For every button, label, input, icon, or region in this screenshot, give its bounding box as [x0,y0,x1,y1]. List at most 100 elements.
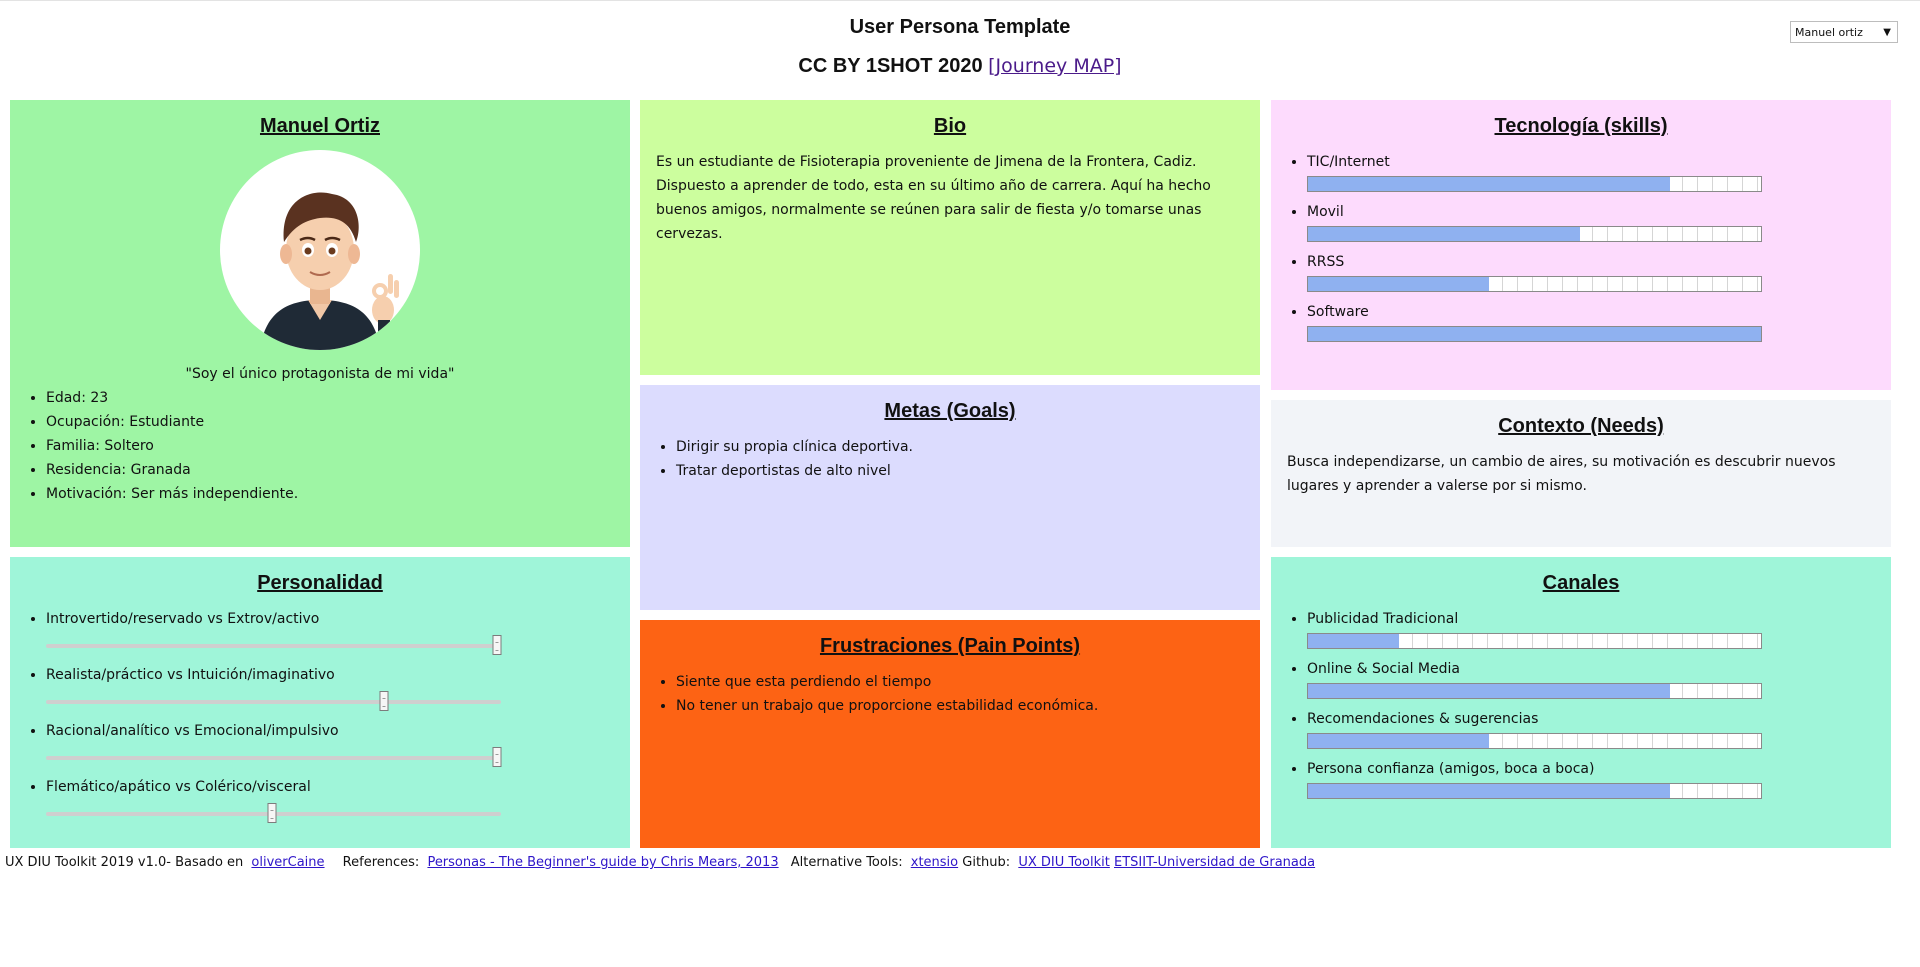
top-border [0,0,1920,1]
channels-title: Canales [1542,572,1620,594]
skill-bar-fill [1308,227,1580,241]
personality-card: Personalidad Introvertido/reservado vs E… [10,557,630,848]
trait-item: Introvertido/reservado vs Extrov/activo [46,607,614,657]
goals-card: Metas (Goals) Dirigir su propia clínica … [640,385,1260,610]
channel-label: Online & Social Media [1307,661,1460,677]
trait-slider[interactable] [46,633,502,657]
skill-bar-fill [1308,277,1490,291]
goal-item: Tratar deportistas de alto nivel [676,459,1244,483]
trait-label: Flemático/apático vs Colérico/visceral [46,779,311,795]
channel-item: Online & Social Media [1307,657,1875,699]
pain-points-card: Frustraciones (Pain Points) Siente que e… [640,620,1260,848]
personality-title: Personalidad [257,572,383,594]
channel-label: Publicidad Tradicional [1307,611,1459,627]
bio-text: Es un estudiante de Fisioterapia proveni… [656,154,1211,242]
footer-alt-tools-text: Alternative Tools: [790,855,903,870]
channel-bar [1307,783,1762,799]
fact-residence: Residencia: Granada [46,458,614,482]
context-text: Busca independizarse, un cambio de aires… [1287,454,1836,494]
channel-item: Publicidad Tradicional [1307,607,1875,649]
bio-title: Bio [933,115,967,137]
etsiit-ugr-link[interactable]: ETSIIT-Universidad de Granada [1114,855,1315,870]
profile-card: Manuel Ortiz "Soy el único protagonista … [10,100,630,547]
pain-point-item: Siente que esta perdiendo el tiempo [676,670,1244,694]
persona-select-value: Manuel ortiz [1795,25,1863,39]
skill-item: RRSS [1307,250,1875,292]
tech-title: Tecnología (skills) [1494,115,1668,137]
skill-bar-fill [1308,327,1761,341]
trait-label: Realista/práctico vs Intuición/imaginati… [46,667,335,683]
channel-label: Persona confianza (amigos, boca a boca) [1307,761,1595,777]
footer-github-text: Github: [962,855,1011,870]
skill-item: TIC/Internet [1307,150,1875,192]
slider-thumb[interactable] [267,803,276,823]
channel-bar-fill [1308,784,1671,798]
channel-bar-fill [1308,634,1399,648]
skill-bar [1307,326,1762,342]
channel-item: Persona confianza (amigos, boca a boca) [1307,757,1875,799]
channels-card: Canales Publicidad Tradicional Online & … [1271,557,1891,848]
channel-bar-fill [1308,684,1671,698]
skill-label: TIC/Internet [1307,154,1390,170]
slider-thumb[interactable] [379,691,389,711]
trait-slider[interactable] [46,689,501,713]
channel-bar [1307,633,1762,649]
goals-list: Dirigir su propia clínica deportiva. Tra… [656,435,1244,483]
channel-bar [1307,683,1762,699]
pain-points-list: Siente que esta perdiendo el tiempo No t… [656,670,1244,718]
skill-item: Movil [1307,200,1875,242]
fact-family: Familia: Soltero [46,434,614,458]
page-title: User Persona Template [849,16,1071,38]
olivercaine-link[interactable]: oliverCaine [251,855,324,870]
goals-title: Metas (Goals) [884,400,1016,422]
persona-name: Manuel Ortiz [259,115,380,137]
footer: UX DIU Toolkit 2019 v1.0- Basado en oliv… [5,855,1315,870]
skill-bar [1307,226,1762,242]
trait-slider[interactable] [46,801,501,825]
skill-bar [1307,176,1762,192]
page-subtitle: CC BY 1SHOT 2020 [Journey MAP] [0,55,1920,78]
fact-age: Edad: 23 [46,386,614,410]
trait-label: Racional/analítico vs Emocional/impulsiv… [46,723,339,739]
ux-diu-toolkit-link[interactable]: UX DIU Toolkit [1018,855,1110,870]
trait-item: Flemático/apático vs Colérico/visceral [46,775,614,825]
persona-select[interactable]: Manuel ortiz ▼ [1790,21,1898,43]
journey-map-link[interactable]: [Journey MAP] [988,55,1121,77]
context-title: Contexto (Needs) [1498,415,1664,437]
channel-label: Recomendaciones & sugerencias [1307,711,1539,727]
skill-bar-fill [1308,177,1671,191]
fact-motivation: Motivación: Ser más independiente. [46,482,614,506]
trait-item: Realista/práctico vs Intuición/imaginati… [46,663,614,713]
bio-card: Bio Es un estudiante de Fisioterapia pro… [640,100,1260,375]
channels-list: Publicidad Tradicional Online & Social M… [1287,607,1875,799]
trait-label: Introvertido/reservado vs Extrov/activo [46,611,320,627]
fact-occupation: Ocupación: Estudiante [46,410,614,434]
goal-item: Dirigir su propia clínica deportiva. [676,435,1244,459]
channel-bar [1307,733,1762,749]
skill-label: Software [1307,304,1369,320]
footer-references-text: References: [342,855,420,870]
personas-guide-link[interactable]: Personas - The Beginner's guide by Chris… [427,855,778,870]
profile-facts-list: Edad: 23 Ocupación: Estudiante Familia: … [26,386,614,506]
personality-list: Introvertido/reservado vs Extrov/activo … [26,607,614,825]
avatar [220,150,420,350]
channel-item: Recomendaciones & sugerencias [1307,707,1875,749]
pain-points-title: Frustraciones (Pain Points) [819,635,1081,657]
license-text: CC BY 1SHOT 2020 [798,55,983,77]
trait-item: Racional/analítico vs Emocional/impulsiv… [46,719,614,769]
slider-thumb[interactable] [492,747,502,767]
pain-point-item: No tener un trabajo que proporcione esta… [676,694,1244,718]
slider-thumb[interactable] [492,635,502,655]
xtensio-link[interactable]: xtensio [911,855,958,870]
skill-label: Movil [1307,204,1344,220]
trait-slider[interactable] [46,745,502,769]
avatar-illustration [260,192,399,350]
skill-item: Software [1307,300,1875,342]
context-card: Contexto (Needs) Busca independizarse, u… [1271,400,1891,547]
tech-list: TIC/Internet Movil RRSS Software [1287,150,1875,342]
skill-bar [1307,276,1762,292]
channel-bar-fill [1308,734,1490,748]
tech-skills-card: Tecnología (skills) TIC/Internet Movil R… [1271,100,1891,390]
footer-toolkit-text: UX DIU Toolkit 2019 v1.0- Basado en [5,855,244,870]
skill-label: RRSS [1307,254,1345,270]
